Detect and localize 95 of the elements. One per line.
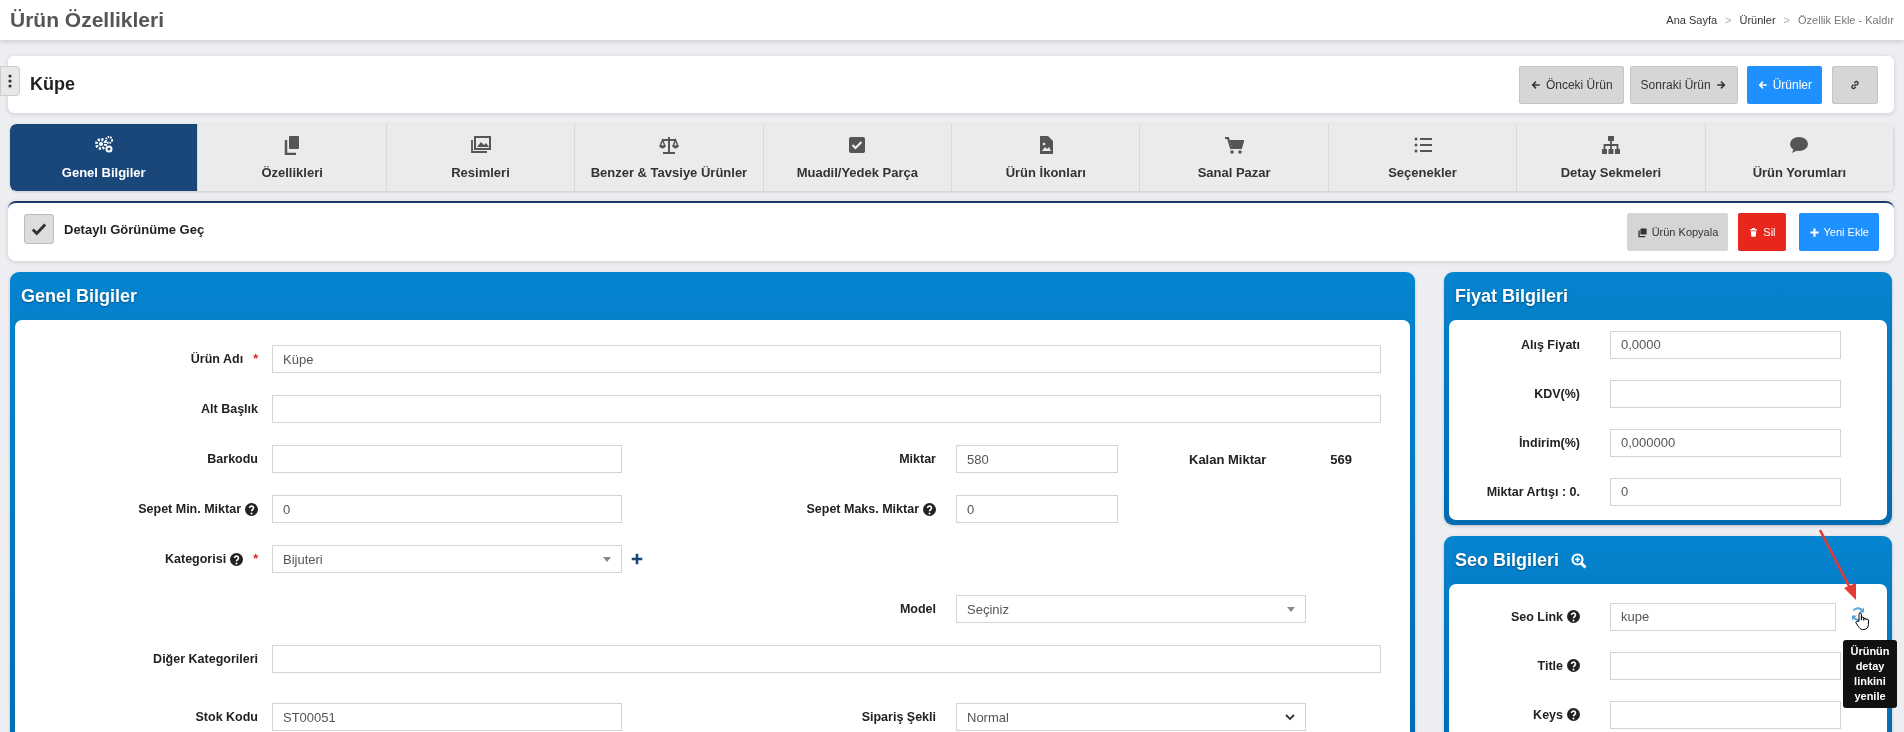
field-label: Kalan Miktar	[1189, 451, 1267, 467]
field-label: Sepet Min. Miktar	[138, 502, 241, 516]
breadcrumb-separator: >	[1725, 14, 1732, 26]
checkbox[interactable]	[24, 214, 54, 244]
checkbox-icon	[847, 135, 868, 155]
input-field[interactable]: 0,0000	[1610, 330, 1841, 359]
link-icon	[1849, 78, 1861, 91]
required-mark: *	[253, 552, 258, 566]
scale-icon	[658, 135, 679, 155]
field-label: Seo Link	[1510, 609, 1563, 624]
field-label: Miktar	[899, 452, 936, 466]
tab[interactable]: Sanal Pazar	[1140, 124, 1329, 191]
plus-icon	[1808, 226, 1820, 238]
caret-icon	[1287, 606, 1295, 612]
field-label: Diğer Kategorileri	[153, 652, 258, 666]
delete-button[interactable]: Sil	[1738, 213, 1786, 251]
field-label: Alış Fiyatı	[1520, 337, 1580, 352]
refresh-icon	[1850, 605, 1866, 622]
tab[interactable]: Genel Bilgiler	[10, 124, 199, 191]
caret-icon	[603, 556, 611, 562]
page-title: Ürün Özellikleri	[10, 8, 165, 32]
panel-title: Genel Bilgiler	[21, 285, 138, 307]
tab[interactable]: Ürün İkonları	[952, 124, 1141, 191]
tab[interactable]: Özellikleri	[198, 124, 387, 191]
field-label: Barkodu	[207, 452, 258, 466]
quantity-value: 569	[1330, 451, 1352, 467]
tab[interactable]: Benzer & Tavsiye Ürünler	[575, 124, 764, 191]
field-label: Sipariş Şekli	[861, 710, 936, 724]
field-label: Stok Kodu	[195, 710, 258, 724]
arrow-right-icon	[1714, 78, 1727, 91]
input-field[interactable]: Küpe	[272, 345, 1381, 373]
arrow-left-icon	[1756, 78, 1769, 91]
panel-title: Seo Bilgileri	[1455, 549, 1560, 571]
tab[interactable]: Resimleri	[386, 124, 576, 191]
input-field[interactable]	[272, 395, 1381, 423]
trash-icon	[1748, 226, 1760, 238]
required-mark: *	[253, 352, 258, 366]
breadcrumb-link[interactable]: Özellik Ekle - Kaldır	[1798, 14, 1894, 26]
copy-icon	[1636, 226, 1648, 238]
field-label: Ürün Adı	[190, 352, 244, 366]
refresh-button[interactable]	[1850, 605, 1872, 628]
zoom-in-icon	[1571, 553, 1588, 569]
input-field[interactable]	[272, 445, 622, 473]
cart-icon	[1224, 135, 1245, 155]
tab[interactable]: Seçenekler	[1328, 124, 1518, 191]
select-field[interactable]: Bijuteri	[272, 545, 622, 573]
input-field[interactable]: 0	[956, 495, 1118, 523]
input-field[interactable]	[272, 645, 1381, 673]
field-label: Sepet Maks. Miktar	[806, 502, 919, 516]
speech-bubble-icon	[1789, 135, 1810, 155]
field-label: Keys	[1533, 707, 1563, 722]
input-field[interactable]	[1610, 651, 1841, 680]
link-button[interactable]	[1832, 65, 1878, 104]
tooltip: Ürünün detay linkini yenile	[1843, 640, 1897, 708]
breadcrumb-separator: >	[1783, 14, 1790, 26]
input-field[interactable]: 0,000000	[1610, 428, 1841, 457]
input-field[interactable]: 0	[272, 495, 622, 523]
plus-icon	[630, 552, 644, 566]
field-label: İndirim(%)	[1518, 435, 1580, 450]
hand-cursor-icon	[1855, 611, 1869, 630]
panel-title: Fiyat Bilgileri	[1455, 285, 1569, 307]
field-label: Title	[1537, 658, 1563, 673]
previous-button[interactable]: Önceki Ürün	[1518, 65, 1624, 104]
annotation-arrow	[1818, 529, 1856, 600]
field-label: Model	[899, 602, 936, 616]
gears-icon	[93, 135, 114, 155]
field-label: Kategorisi	[165, 552, 227, 566]
arrow-left-icon	[1529, 78, 1542, 91]
copy-button[interactable]: Ürün Kopyala	[1626, 213, 1729, 251]
field-label: KDV(%)	[1534, 386, 1580, 401]
input-field[interactable]: 0	[1610, 477, 1841, 506]
next-button[interactable]: Sonraki Ürün	[1629, 65, 1738, 104]
select-field[interactable]: Normal	[956, 703, 1306, 731]
product-title: Küpe	[30, 74, 76, 95]
chevron-icon	[1285, 713, 1295, 721]
tab[interactable]: Muadil/Yedek Parça	[763, 124, 953, 191]
sidebar-toggle[interactable]	[0, 66, 20, 96]
add-category-button[interactable]	[630, 552, 644, 566]
input-field[interactable]: kupe	[1610, 602, 1836, 631]
field-label: Alt Başlık	[201, 402, 258, 416]
input-field[interactable]: ST00051	[272, 703, 622, 731]
sitemap-icon	[1600, 135, 1621, 155]
tab[interactable]: Detay Sekmeleri	[1517, 124, 1706, 191]
list-icon	[1412, 135, 1433, 155]
input-field[interactable]: 580	[956, 445, 1118, 473]
input-field[interactable]	[1610, 379, 1841, 408]
input-field[interactable]	[1610, 700, 1841, 729]
select-field[interactable]: Seçiniz	[956, 595, 1306, 623]
breadcrumb-link[interactable]: Ürünler	[1739, 14, 1776, 26]
tab[interactable]: Ürün Yorumları	[1705, 124, 1894, 191]
field-label: Miktar Artışı : 0.	[1486, 484, 1580, 499]
vertical-dots-icon	[8, 74, 12, 88]
checkbox-label: Detaylı Görünüme Geç	[64, 221, 205, 237]
breadcrumb-link[interactable]: Ana Sayfa	[1666, 14, 1718, 26]
images-icon	[470, 135, 491, 155]
